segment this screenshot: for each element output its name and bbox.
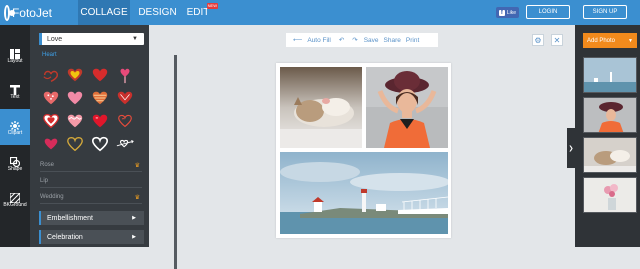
tab-collage-label: COLLAGE bbox=[80, 7, 128, 18]
accordion-embellishment-label: Embellishment bbox=[47, 214, 93, 222]
clipart-heart-script[interactable] bbox=[42, 66, 60, 84]
clipart-heart-doodle[interactable] bbox=[116, 112, 134, 130]
clipart-heart-red[interactable] bbox=[91, 66, 109, 84]
add-photo-button[interactable]: Add Photo ▼ bbox=[583, 33, 637, 48]
clipart-heart-pink[interactable] bbox=[66, 89, 84, 107]
clipart-heart-dotted[interactable] bbox=[42, 89, 60, 107]
facebook-like-label: Like bbox=[506, 9, 517, 16]
shape-icon bbox=[9, 154, 21, 168]
photo-panel-toggle[interactable]: ❯ bbox=[567, 128, 575, 168]
logo-text: FotoJet bbox=[11, 5, 52, 20]
crown-icon: ♛ bbox=[134, 162, 140, 169]
chevron-right-icon: ❯ bbox=[568, 145, 574, 152]
login-button[interactable]: LOGIN bbox=[526, 5, 570, 19]
accordion-celebration[interactable]: Celebration ▶ bbox=[39, 230, 144, 244]
clipart-icon bbox=[10, 118, 20, 131]
layout-icon bbox=[10, 46, 20, 59]
rail-item-background[interactable]: BKGround bbox=[0, 181, 30, 217]
chevron-right-icon: ▶ bbox=[132, 234, 136, 240]
section-wedding[interactable]: Wedding ♛ bbox=[40, 191, 142, 204]
top-bar: FotoJet COLLAGE DESIGN EDIT NEW f Like L… bbox=[0, 0, 640, 25]
facebook-icon: f bbox=[498, 9, 505, 16]
subcategory-title: Heart bbox=[42, 52, 57, 58]
section-rose-label: Rose bbox=[40, 162, 55, 168]
clipart-heart-gold-outline[interactable] bbox=[66, 135, 84, 153]
panel-scrollbar[interactable] bbox=[174, 55, 177, 269]
text-icon bbox=[10, 82, 20, 95]
rail-item-clipart[interactable]: Clipart bbox=[0, 109, 30, 145]
clipart-heart-chevron[interactable] bbox=[66, 112, 84, 130]
clipart-heart-ribbon[interactable] bbox=[42, 135, 60, 153]
photo-woman[interactable] bbox=[366, 67, 448, 148]
redo-icon[interactable]: ↷ bbox=[352, 36, 357, 44]
select-accent-bar bbox=[39, 33, 42, 45]
section-lip-label: Lip bbox=[40, 178, 49, 184]
print-button[interactable]: Print bbox=[406, 37, 419, 44]
clipart-heart-patterned[interactable] bbox=[116, 89, 134, 107]
tab-collage[interactable]: COLLAGE bbox=[78, 0, 130, 25]
thumbnail-cat[interactable] bbox=[583, 137, 637, 173]
gear-icon: ⚙ bbox=[534, 35, 542, 45]
clipart-heart-outline-red[interactable] bbox=[42, 112, 60, 130]
background-icon bbox=[9, 190, 21, 204]
chevron-right-icon: ▶ bbox=[132, 215, 136, 221]
thumbnail-woman[interactable] bbox=[583, 97, 637, 133]
tab-edit-label: EDIT bbox=[186, 7, 210, 18]
close-button[interactable]: ✕ bbox=[551, 34, 563, 46]
photo-lighthouse[interactable] bbox=[280, 152, 448, 234]
photo-panel: Add Photo ▼ bbox=[575, 25, 640, 247]
save-button[interactable]: Save bbox=[364, 37, 379, 44]
share-button[interactable]: Share bbox=[384, 37, 401, 44]
thumbnail-lighthouse[interactable] bbox=[583, 57, 637, 93]
tool-rail: Layout Text Clipart Shape BKGround bbox=[0, 25, 30, 247]
accordion-celebration-label: Celebration bbox=[47, 233, 83, 241]
auto-fill-button[interactable]: Auto Fill bbox=[307, 37, 330, 44]
crown-icon: ♛ bbox=[134, 194, 140, 201]
tab-design-label: DESIGN bbox=[138, 7, 177, 18]
arrow-left-icon[interactable]: ⟵ bbox=[293, 36, 302, 44]
clipart-heart-white-outline[interactable] bbox=[91, 135, 109, 153]
section-lip[interactable]: Lip bbox=[40, 175, 142, 188]
category-select-value: Love bbox=[47, 35, 63, 43]
thumbnail-flowers[interactable] bbox=[583, 177, 637, 213]
signup-button[interactable]: SIGN UP bbox=[583, 5, 627, 19]
tab-design[interactable]: DESIGN bbox=[135, 0, 180, 25]
tab-edit[interactable]: EDIT NEW bbox=[184, 0, 218, 25]
rail-item-layout[interactable]: Layout bbox=[0, 37, 30, 73]
photo-cat[interactable] bbox=[280, 67, 362, 148]
collage-canvas bbox=[276, 63, 451, 238]
rail-item-text[interactable]: Text bbox=[0, 73, 30, 109]
close-icon: ✕ bbox=[553, 35, 561, 45]
facebook-like-button[interactable]: f Like bbox=[496, 7, 519, 18]
add-photo-label: Add Photo bbox=[587, 37, 616, 44]
clipart-heart-lollipop[interactable] bbox=[116, 66, 134, 84]
rail-item-shape[interactable]: Shape bbox=[0, 145, 30, 181]
accordion-embellishment[interactable]: Embellishment ▶ bbox=[39, 211, 144, 225]
logo-icon bbox=[4, 4, 15, 21]
clipart-heart-striped[interactable] bbox=[91, 89, 109, 107]
canvas-toolbar: ⟵ Auto Fill ↶ ↷ Save Share Print bbox=[286, 33, 438, 47]
category-select[interactable]: Love ▼ bbox=[39, 33, 144, 45]
clipart-heart-arrow[interactable] bbox=[116, 135, 134, 153]
chevron-down-icon: ▼ bbox=[132, 36, 138, 42]
clipart-heart-glossy[interactable] bbox=[91, 112, 109, 130]
section-rose[interactable]: Rose ♛ bbox=[40, 159, 142, 172]
chevron-down-icon: ▼ bbox=[628, 37, 633, 44]
new-badge: NEW bbox=[206, 3, 218, 9]
undo-icon[interactable]: ↶ bbox=[339, 36, 344, 44]
fotojet-logo[interactable]: FotoJet bbox=[4, 3, 52, 22]
settings-button[interactable]: ⚙ bbox=[532, 34, 544, 46]
clipart-panel: Love ▼ Heart Rose ♛ Lip Wedding ♛ Embell… bbox=[30, 25, 177, 269]
clipart-heart-gold[interactable] bbox=[66, 66, 84, 84]
section-wedding-label: Wedding bbox=[40, 194, 64, 200]
